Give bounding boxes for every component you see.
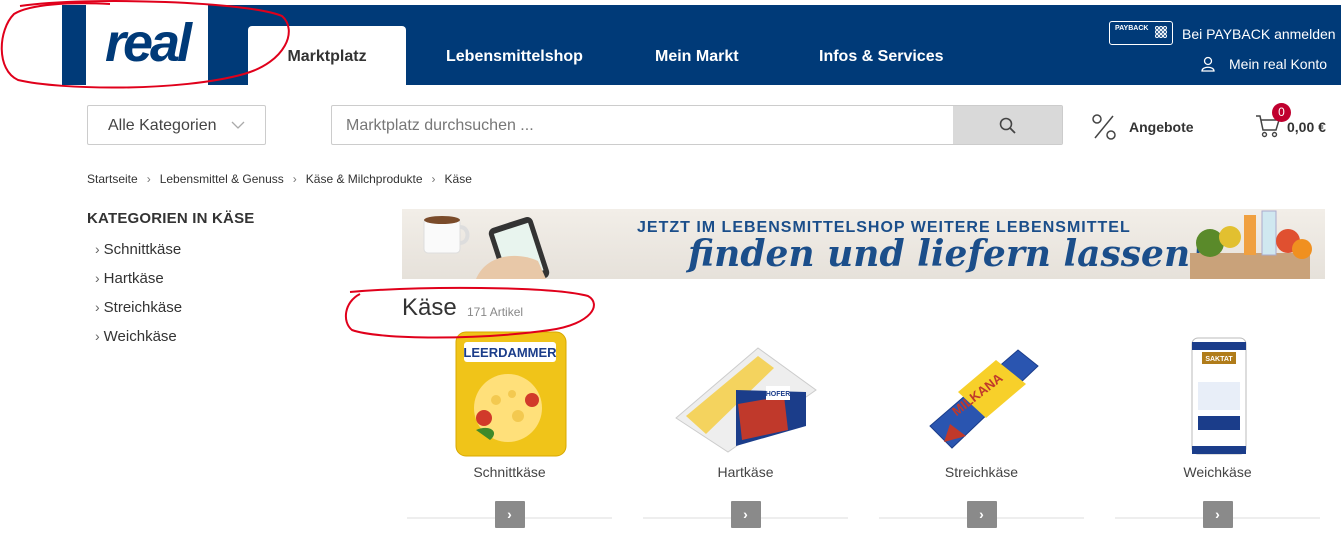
- banner-coffee-phone-image: [423, 216, 550, 279]
- breadcrumb-item[interactable]: Käse & Milchprodukte: [306, 172, 423, 186]
- weichkaese-image: SAKTAT: [1191, 337, 1246, 455]
- tile-label: Hartkäse: [717, 464, 774, 480]
- chevron-right-button[interactable]: ›: [730, 501, 761, 528]
- offers-link[interactable]: Angebote: [1091, 113, 1194, 141]
- chevron-right-icon: ›: [95, 328, 100, 344]
- category-tile-schnittkaese[interactable]: LEERDAMMER Schnittkäse ›: [407, 330, 612, 528]
- page-title: Käse: [402, 294, 457, 321]
- header: real Marktplatz Lebensmittelshop Mein Ma…: [0, 0, 1341, 85]
- category-select[interactable]: Alle Kategorien: [87, 105, 266, 145]
- article-count: 171 Artikel: [467, 305, 524, 319]
- breadcrumb-current: Käse: [444, 172, 472, 186]
- breadcrumb-item[interactable]: Lebensmittel & Genuss: [160, 172, 284, 186]
- promo-banner[interactable]: JETZT IM LEBENSMITTELSHOP WEITERE LEBENS…: [402, 209, 1325, 279]
- svg-text:SAKTAT: SAKTAT: [1205, 356, 1233, 363]
- schnittkaese-image: LEERDAMMER: [455, 331, 566, 457]
- search-input[interactable]: [332, 106, 968, 146]
- search-icon: [999, 117, 1016, 134]
- search-box: [331, 105, 1063, 146]
- tile-label: Schnittkäse: [473, 464, 546, 480]
- hartkaese-image: HOFER: [674, 347, 817, 453]
- sidebar-item-streichkaese[interactable]: › Streichkäse: [95, 299, 182, 316]
- sidebar-title: KATEGORIEN IN KÄSE: [87, 210, 255, 227]
- category-tile-streichkaese[interactable]: MILKANA Streichkäse ›: [879, 330, 1084, 528]
- payback-dots-icon: [1154, 25, 1168, 39]
- banner-slogan: finden und liefern lassen!: [688, 233, 1206, 275]
- breadcrumb-item[interactable]: Startseite: [87, 172, 138, 186]
- chevron-right-button[interactable]: ›: [966, 501, 997, 528]
- sidebar-item-weichkaese[interactable]: › Weichkäse: [95, 328, 177, 345]
- tile-label: Streichkäse: [944, 464, 1019, 480]
- category-tile-hartkaese[interactable]: HOFER Hartkäse ›: [643, 330, 848, 528]
- payback-logo[interactable]: PAYBACK: [1109, 21, 1173, 45]
- chevron-right-icon: ›: [95, 270, 100, 286]
- cart-total: 0,00 €: [1287, 119, 1326, 135]
- user-icon[interactable]: [1201, 56, 1215, 77]
- tab-lebensmittelshop[interactable]: Lebensmittelshop: [446, 26, 583, 85]
- chevron-down-icon: [231, 106, 245, 146]
- search-button[interactable]: [953, 106, 1062, 144]
- svg-text:LEERDAMMER: LEERDAMMER: [463, 345, 557, 360]
- chevron-right-button[interactable]: ›: [494, 501, 525, 528]
- chevron-right-button[interactable]: ›: [1202, 501, 1233, 528]
- tile-label: Weichkäse: [1183, 464, 1252, 480]
- tab-marktplatz[interactable]: Marktplatz: [248, 26, 406, 85]
- banner-grocery-bag-image: [1190, 210, 1312, 279]
- real-logo[interactable]: real: [62, 5, 232, 85]
- svg-text:HOFER: HOFER: [765, 391, 790, 398]
- category-tile-weichkaese[interactable]: SAKTAT Weichkäse ›: [1115, 330, 1320, 528]
- sidebar-item-schnittkaese[interactable]: › Schnittkäse: [95, 241, 181, 258]
- chevron-right-icon: ›: [95, 241, 100, 257]
- breadcrumb: Startseite › Lebensmittel & Genuss › Käse & …: [87, 172, 472, 186]
- sidebar-item-hartkaese[interactable]: › Hartkäse: [95, 270, 164, 287]
- chevron-right-icon: ›: [95, 299, 100, 315]
- payback-login-link[interactable]: Bei PAYBACK anmelden: [1182, 26, 1336, 42]
- streichkaese-image: MILKANA: [928, 349, 1039, 449]
- tab-infos-services[interactable]: Infos & Services: [819, 26, 944, 85]
- account-link[interactable]: Mein real Konto: [1229, 56, 1327, 72]
- tab-mein-markt[interactable]: Mein Markt: [655, 26, 739, 85]
- percent-icon: [1092, 114, 1116, 140]
